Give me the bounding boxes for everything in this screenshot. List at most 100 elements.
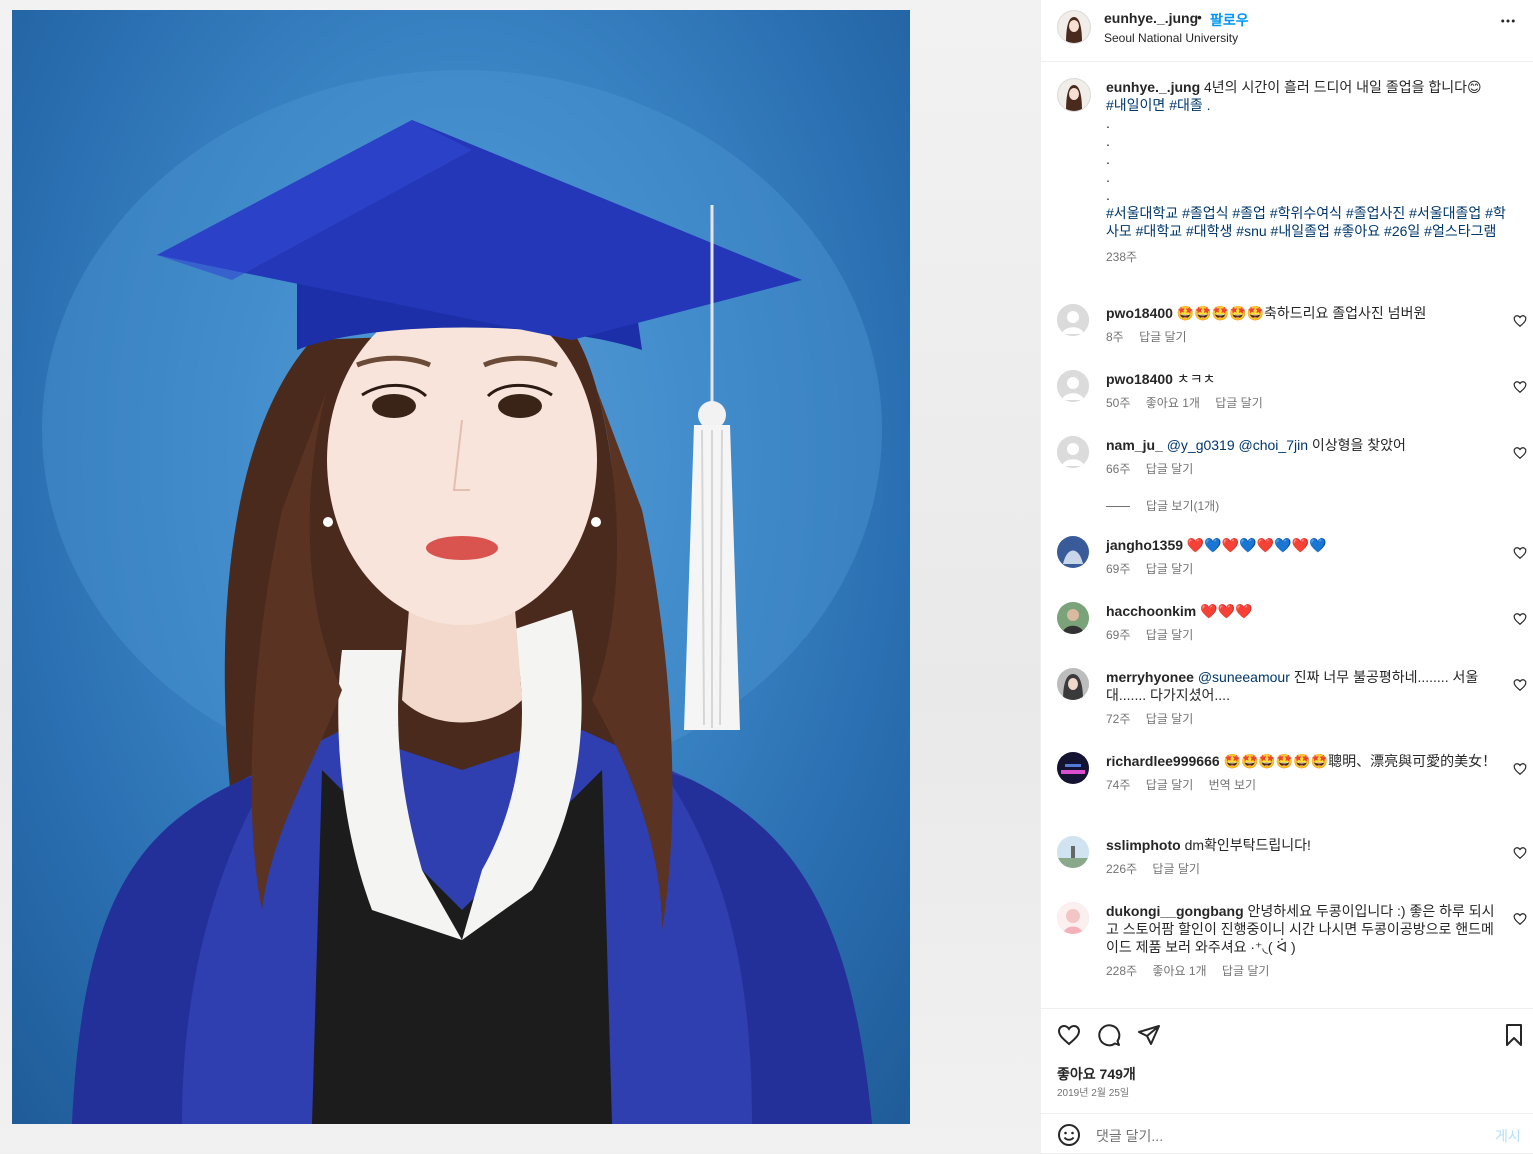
reply-button[interactable]: 답글 달기 [1146, 778, 1194, 792]
commenter-avatar[interactable] [1057, 668, 1089, 700]
comment-username[interactable]: nam_ju_ [1106, 437, 1163, 453]
comment-like-icon[interactable] [1513, 678, 1527, 692]
comment-like-icon[interactable] [1513, 380, 1527, 394]
reply-button[interactable]: 답글 달기 [1146, 628, 1194, 642]
comment-body: nam_ju_ @y_g0319 @choi_7jin 이상형을 찾았어 66주… [1106, 436, 1501, 478]
reply-button[interactable]: 답글 달기 [1215, 396, 1263, 410]
comment-body: pwo18400 ㅊㅋㅊ 50주 좋아요 1개 답글 달기 [1106, 370, 1501, 412]
comment-text: dm확인부탁드립니다! [1184, 837, 1311, 853]
comment-text: ㅊㅋㅊ [1176, 371, 1216, 387]
post-photo[interactable] [12, 10, 910, 1124]
caption-text-block: eunhye._.jung 4년의 시간이 흘러 드디어 내일 졸업을 합니다😊… [1106, 78, 1516, 266]
comment-like-icon[interactable] [1513, 546, 1527, 560]
comment-meta: 69주 답글 달기 [1106, 560, 1501, 578]
smile-icon[interactable] [1057, 1123, 1081, 1152]
more-options-icon[interactable] [1499, 12, 1517, 36]
comment-body: pwo18400 🤩🤩🤩🤩🤩축하드리요 졸업사진 넘버원 8주 답글 달기 [1106, 304, 1501, 346]
reply-button[interactable]: 답글 달기 [1146, 462, 1194, 476]
commenter-avatar[interactable] [1057, 602, 1089, 634]
author-username[interactable]: eunhye._.jung [1104, 10, 1198, 26]
post-side-panel: eunhye._.jung • 팔로우 Seoul National Unive… [1040, 0, 1533, 1153]
comment-username[interactable]: hacchoonkim [1106, 603, 1196, 619]
post-header: eunhye._.jung • 팔로우 Seoul National Unive… [1041, 0, 1533, 62]
comment-body: dukongi__gongbang 안녕하세요 두콩이입니다 :) 좋은 하루 … [1106, 902, 1501, 980]
commenter-avatar[interactable] [1057, 752, 1089, 784]
author-avatar[interactable] [1057, 10, 1091, 44]
post-location[interactable]: Seoul National University [1104, 31, 1238, 45]
comment-time: 72주 [1106, 712, 1131, 726]
comment-text: 🤩🤩🤩🤩🤩축하드리요 졸업사진 넘버원 [1176, 305, 1427, 321]
commenter-avatar[interactable] [1057, 370, 1089, 402]
comment-username[interactable]: merryhyonee [1106, 669, 1194, 685]
commenter-avatar[interactable] [1057, 836, 1089, 868]
comment-text: 🤩🤩🤩🤩🤩🤩聰明、漂亮與可愛的美女！ [1223, 753, 1497, 769]
reply-button[interactable]: 답글 달기 [1139, 330, 1187, 344]
comment-meta: 74주 답글 달기 번역 보기 [1106, 776, 1501, 794]
commenter-avatar[interactable] [1057, 902, 1089, 934]
comment-like-icon[interactable] [1513, 314, 1527, 328]
comment-text: ❤️❤️❤️ [1200, 603, 1253, 619]
caption-username[interactable]: eunhye._.jung [1106, 79, 1200, 95]
reply-button[interactable]: 답글 달기 [1146, 712, 1194, 726]
comment-time: 66주 [1106, 462, 1131, 476]
translate-button[interactable]: 번역 보기 [1209, 778, 1257, 792]
likes-count[interactable]: 좋아요 749개 [1057, 1064, 1136, 1084]
comment-time: 74주 [1106, 778, 1131, 792]
caption-author-avatar[interactable] [1057, 78, 1091, 112]
comment-time: 69주 [1106, 562, 1131, 576]
comment-body: jangho1359 ❤️💙❤️💙❤️💙❤️💙 69주 답글 달기 [1106, 536, 1501, 578]
reply-button[interactable]: 답글 달기 [1152, 862, 1200, 876]
comment-time: 69주 [1106, 628, 1131, 642]
comment-time: 50주 [1106, 396, 1131, 410]
post-media-area [0, 0, 1040, 1153]
comment-meta: 72주 답글 달기 [1106, 710, 1501, 728]
follow-button[interactable]: 팔로우 [1210, 10, 1249, 30]
separator-dot: • [1197, 9, 1202, 25]
caption-dot: . [1106, 187, 1110, 203]
comment-body: richardlee999666 🤩🤩🤩🤩🤩🤩聰明、漂亮與可愛的美女！ 74주 … [1106, 752, 1501, 794]
comment-meta: 66주 답글 달기 [1106, 460, 1501, 478]
graduation-portrait-illustration [42, 70, 882, 1124]
replies-divider-line [1106, 506, 1130, 508]
caption-hashtags-1[interactable]: #내일이면 #대졸 . [1106, 97, 1211, 113]
reply-button[interactable]: 답글 달기 [1146, 562, 1194, 576]
caption-dot: . [1106, 169, 1110, 185]
comment-icon[interactable] [1097, 1023, 1121, 1052]
comment-like-icon[interactable] [1513, 612, 1527, 626]
comment-body: sslimphoto dm확인부탁드립니다! 226주 답글 달기 [1106, 836, 1501, 878]
comment-meta: 226주 답글 달기 [1106, 860, 1501, 878]
caption-dot: . [1106, 115, 1110, 131]
comment-body: hacchoonkim ❤️❤️❤️ 69주 답글 달기 [1106, 602, 1501, 644]
comment-username[interactable]: pwo18400 [1106, 371, 1173, 387]
commenter-avatar[interactable] [1057, 536, 1089, 568]
comment-username[interactable]: pwo18400 [1106, 305, 1173, 321]
post-comment-button[interactable]: 게시 [1495, 1126, 1521, 1146]
comment-mention[interactable]: @suneeamour [1198, 669, 1290, 685]
comment-username[interactable]: jangho1359 [1106, 537, 1183, 553]
comment-like-icon[interactable] [1513, 912, 1527, 926]
comment-meta: 69주 답글 달기 [1106, 626, 1501, 644]
comment-like-icon[interactable] [1513, 446, 1527, 460]
heart-icon[interactable] [1057, 1023, 1081, 1052]
comment-mention[interactable]: @y_g0319 @choi_7jin [1167, 437, 1308, 453]
comment-composer: 댓글 달기... 게시 [1041, 1113, 1533, 1154]
comment-like-icon[interactable] [1513, 846, 1527, 860]
commenter-avatar[interactable] [1057, 436, 1089, 468]
comment-username[interactable]: richardlee999666 [1106, 753, 1220, 769]
reply-button[interactable]: 답글 달기 [1222, 964, 1270, 978]
comment-meta: 228주 좋아요 1개 답글 달기 [1106, 962, 1501, 980]
view-replies-button[interactable]: 답글 보기(1개) [1106, 497, 1219, 514]
comment-username[interactable]: dukongi__gongbang [1106, 903, 1244, 919]
post-actions-bar: 좋아요 749개 2019년 2월 25일 [1041, 1008, 1533, 1113]
comment-likes-count[interactable]: 좋아요 1개 [1152, 964, 1206, 978]
comment-time: 226주 [1106, 862, 1138, 876]
caption-hashtags-2[interactable]: #서울대학교 #졸업식 #졸업 #학위수여식 #졸업사진 #서울대졸업 #학사모… [1106, 205, 1506, 239]
comment-meta: 8주 답글 달기 [1106, 328, 1501, 346]
comment-likes-count[interactable]: 좋아요 1개 [1146, 396, 1200, 410]
commenter-avatar[interactable] [1057, 304, 1089, 336]
send-icon[interactable] [1137, 1023, 1161, 1052]
comment-like-icon[interactable] [1513, 762, 1527, 776]
comment-input[interactable]: 댓글 달기... [1096, 1126, 1163, 1146]
comment-username[interactable]: sslimphoto [1106, 837, 1181, 853]
bookmark-icon[interactable] [1502, 1023, 1526, 1052]
